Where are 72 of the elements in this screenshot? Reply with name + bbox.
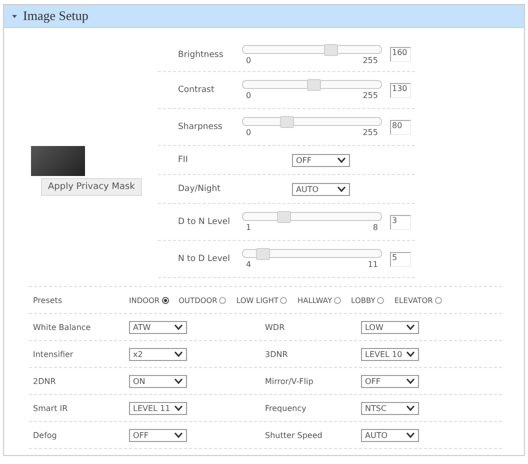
slider-thumb[interactable] (280, 116, 294, 128)
setting-label: Sharpness (178, 122, 224, 132)
slider-min: 0 (246, 128, 252, 137)
caret-icon (337, 157, 346, 163)
radio-button[interactable] (219, 296, 226, 304)
slider-max: 255 (362, 91, 378, 100)
setting-label: Smart IR (33, 404, 69, 412)
slider-min: 0 (246, 56, 252, 64)
slider-min: 1 (246, 223, 252, 232)
slider-max: 255 (362, 56, 378, 64)
value-field[interactable]: 80 (390, 120, 411, 134)
setting-label: Presets (33, 296, 64, 304)
dropdown[interactable]: LEVEL 10 (361, 348, 419, 360)
dropdown[interactable]: AUTO (292, 182, 350, 196)
dropdown[interactable]: OFF (361, 374, 419, 388)
slider-thumb[interactable] (256, 248, 270, 260)
setting-label: Day/Night (178, 184, 222, 194)
photo-placeholder (31, 146, 85, 176)
slider-max: 255 (362, 128, 378, 137)
slider-thumb[interactable] (277, 211, 292, 223)
dropdown[interactable]: x2 (129, 348, 187, 360)
setting-label: 3DNR (265, 350, 289, 358)
section-title: Image Setup (23, 8, 88, 24)
setting-label: Contrast (178, 85, 216, 95)
caret-icon (174, 405, 183, 411)
privacy-mask-button[interactable]: Apply Privacy Mask (41, 178, 142, 196)
caret-icon (174, 432, 183, 438)
slider-max: 11 (368, 260, 378, 269)
caret-icon (406, 378, 415, 384)
setting-label: White Balance (33, 322, 92, 332)
value-field[interactable]: 160 (390, 47, 411, 62)
radio-button[interactable] (377, 296, 384, 304)
setting-label: Intensifier (33, 350, 74, 358)
radio-button[interactable] (434, 296, 442, 304)
radio-button[interactable] (162, 296, 169, 304)
caret-icon (337, 186, 346, 192)
slider-max: 8 (372, 223, 378, 232)
caret-icon (406, 405, 415, 411)
setting-label: WDR (265, 322, 286, 332)
setting-label: 2DNR (33, 376, 57, 386)
slider-thumb[interactable] (307, 79, 322, 91)
dropdown[interactable]: LOW (361, 320, 419, 334)
radio-button[interactable] (280, 296, 288, 304)
value-field[interactable]: 3 (390, 214, 411, 230)
setting-label: FII (178, 155, 189, 165)
caret-icon (174, 378, 183, 384)
setting-label: N to D Level (178, 254, 231, 264)
caret-icon (406, 324, 415, 330)
setting-label: Frequency (265, 404, 308, 412)
slider-min: 4 (246, 260, 252, 269)
setting-label: Brightness (178, 50, 224, 60)
dropdown[interactable]: OFF (129, 428, 187, 442)
dropdown[interactable]: AUTO (361, 428, 419, 442)
caret-icon (174, 351, 183, 357)
value-field[interactable]: 5 (390, 252, 411, 266)
dropdown[interactable]: ON (129, 374, 187, 388)
radio-button[interactable] (334, 296, 342, 304)
section-header[interactable]: Image Setup (4, 5, 524, 28)
dropdown[interactable]: LEVEL 11 (129, 402, 187, 414)
setting-label: Defog (33, 430, 58, 440)
setting-label: D to N Level (178, 217, 231, 227)
slider-thumb[interactable] (324, 44, 338, 56)
dropdown[interactable]: OFF (292, 154, 350, 166)
setting-label: Mirror/V-Flip (265, 376, 314, 386)
dropdown[interactable]: ATW (129, 320, 187, 334)
slider-min: 0 (246, 91, 252, 100)
dropdown[interactable]: NTSC (361, 402, 419, 414)
value-field[interactable]: 130 (390, 82, 411, 98)
caret-icon (406, 432, 415, 438)
setting-label: Shutter Speed (265, 430, 324, 440)
caret-icon (174, 324, 183, 330)
caret-icon (406, 351, 415, 357)
